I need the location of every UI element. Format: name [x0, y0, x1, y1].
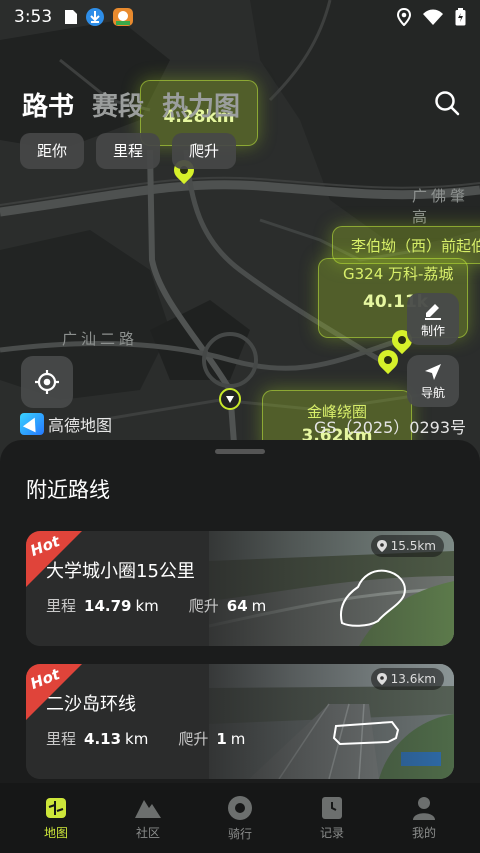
- sheet-drag-handle[interactable]: [215, 449, 265, 454]
- route-shape-icon: [340, 569, 406, 627]
- locate-button[interactable]: [21, 356, 73, 408]
- mileage-label: 里程: [46, 597, 77, 615]
- wifi-icon: [423, 9, 443, 25]
- route-distance-away-value: 15.5km: [390, 539, 436, 553]
- route-distance-away: 15.5km: [370, 535, 444, 557]
- climb-label: 爬升: [188, 597, 219, 615]
- sim-card-icon: [65, 10, 78, 24]
- profile-icon: [413, 796, 435, 820]
- road-label-guangshan: 广汕二路: [62, 330, 139, 348]
- tab-roadbook[interactable]: 路书: [22, 86, 74, 123]
- tab-segments[interactable]: 赛段: [92, 86, 144, 123]
- edit-icon: [425, 303, 441, 320]
- current-location-marker: [219, 388, 241, 410]
- tab-heatmap[interactable]: 热力图: [162, 86, 240, 123]
- record-icon: [322, 796, 342, 819]
- route-card[interactable]: Hot 13.6km 二沙岛环线 里程 4.13 km 爬升 1 m: [26, 664, 454, 779]
- ride-icon: [228, 795, 252, 820]
- route-distance-away: 13.6km: [370, 668, 444, 690]
- navigate-button[interactable]: 导航: [407, 355, 459, 407]
- mileage-unit: km: [125, 730, 149, 748]
- tab-record-label: 记录: [319, 825, 344, 840]
- filter-distance-to-you[interactable]: 距你: [20, 133, 85, 169]
- bottom-tab-bar: 地图 社区 骑行 记录 我的: [0, 783, 480, 853]
- sheet-title: 附近路线: [26, 478, 110, 502]
- tab-profile[interactable]: 我的: [392, 796, 456, 841]
- create-label: 制作: [420, 323, 445, 338]
- status-bar: 3:53: [0, 0, 480, 34]
- road-label-guangfozhao: 广佛肇高: [412, 187, 470, 226]
- mountain-icon: [135, 799, 161, 818]
- tab-ride-label: 骑行: [227, 826, 252, 841]
- tab-community[interactable]: 社区: [116, 796, 180, 841]
- location-icon: [397, 8, 411, 26]
- mileage-value: 14.79: [84, 597, 132, 615]
- climb-unit: m: [230, 730, 246, 748]
- map-provider-logo: 高德地图: [20, 412, 112, 436]
- tab-record[interactable]: 记录: [300, 796, 364, 841]
- search-icon[interactable]: [434, 90, 460, 116]
- map-provider-name: 高德地图: [48, 416, 113, 435]
- route-stats: 里程 4.13 km 爬升 1 m: [46, 728, 245, 749]
- app-notification-icon: [113, 8, 134, 26]
- mileage-unit: km: [135, 597, 159, 615]
- location-pin-icon: [376, 673, 387, 685]
- battery-icon: [455, 8, 466, 26]
- crosshair-icon: [35, 370, 59, 394]
- climb-unit: m: [251, 597, 267, 615]
- create-button[interactable]: 制作: [407, 293, 459, 345]
- tab-community-label: 社区: [135, 825, 160, 840]
- route-name: 二沙岛环线: [46, 694, 136, 715]
- route-card[interactable]: Hot 15.5km 大学城小圈15公里 里程 14.79 km 爬升 64 m: [26, 531, 454, 646]
- climb-value: 64: [226, 597, 248, 615]
- tab-map[interactable]: 地图: [24, 796, 88, 841]
- arrow-down-icon: [226, 396, 234, 403]
- status-time: 3:53: [14, 7, 53, 27]
- climb-value: 1: [216, 730, 227, 748]
- map-icon: [46, 797, 66, 818]
- mileage-label: 里程: [46, 730, 77, 748]
- filter-climb[interactable]: 爬升: [172, 133, 237, 169]
- map-copyright: GS（2025）0293号: [314, 418, 466, 437]
- navigate-label: 导航: [420, 385, 445, 400]
- download-icon: [86, 8, 105, 26]
- navigation-arrow-icon: [425, 363, 441, 380]
- route-name: 大学城小圈15公里: [46, 561, 195, 582]
- route-stats: 里程 14.79 km 爬升 64 m: [46, 595, 266, 616]
- route-distance-away-value: 13.6km: [390, 672, 436, 686]
- tab-profile-label: 我的: [411, 825, 436, 840]
- tab-ride[interactable]: 骑行: [208, 795, 272, 842]
- climb-label: 爬升: [178, 730, 209, 748]
- tab-map-label: 地图: [43, 825, 68, 840]
- filter-chips: 距你 里程 爬升: [20, 133, 237, 169]
- mileage-value: 4.13: [84, 730, 122, 748]
- route-shape-icon: [332, 720, 400, 746]
- location-pin-icon: [376, 540, 387, 552]
- filter-mileage[interactable]: 里程: [96, 133, 161, 169]
- top-tabs: 路书 赛段 热力图: [22, 86, 240, 123]
- amap-logo-icon: [20, 413, 44, 435]
